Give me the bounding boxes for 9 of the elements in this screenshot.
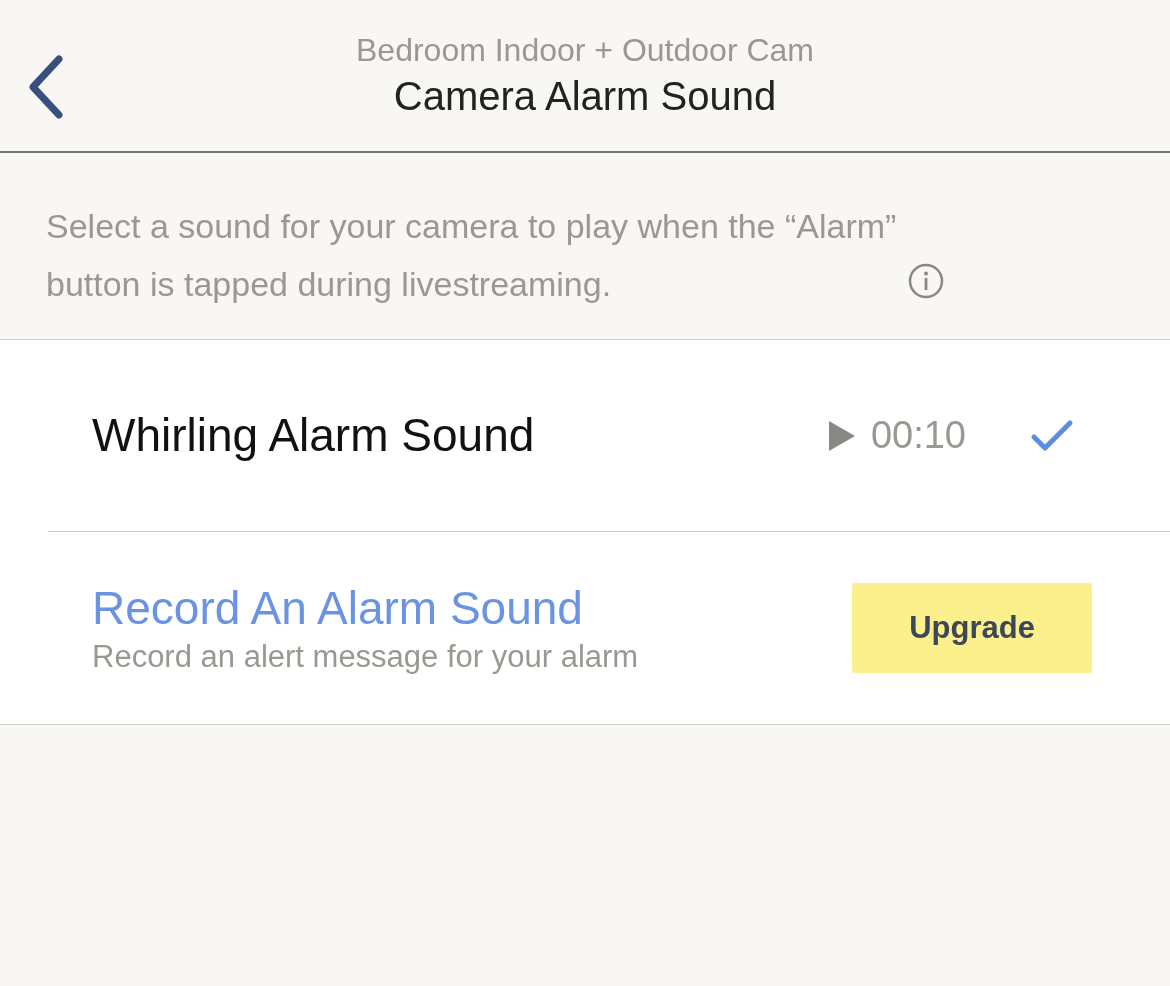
page-title: Camera Alarm Sound bbox=[393, 72, 777, 120]
record-description: Record an alert message for your alarm bbox=[92, 638, 640, 676]
sound-option[interactable]: Whirling Alarm Sound 00:10 bbox=[0, 340, 1170, 531]
play-icon bbox=[826, 418, 857, 453]
description-text: Select a sound for your camera to play when the “Alarm” button is tapped during livestreaming. bbox=[46, 206, 898, 305]
device-name: Bedroom Indoor + Outdoor Cam bbox=[356, 30, 814, 70]
sound-name: Whirling Alarm Sound bbox=[92, 408, 536, 463]
info-icon[interactable] bbox=[908, 263, 944, 299]
upgrade-button[interactable]: Upgrade bbox=[852, 583, 1092, 673]
